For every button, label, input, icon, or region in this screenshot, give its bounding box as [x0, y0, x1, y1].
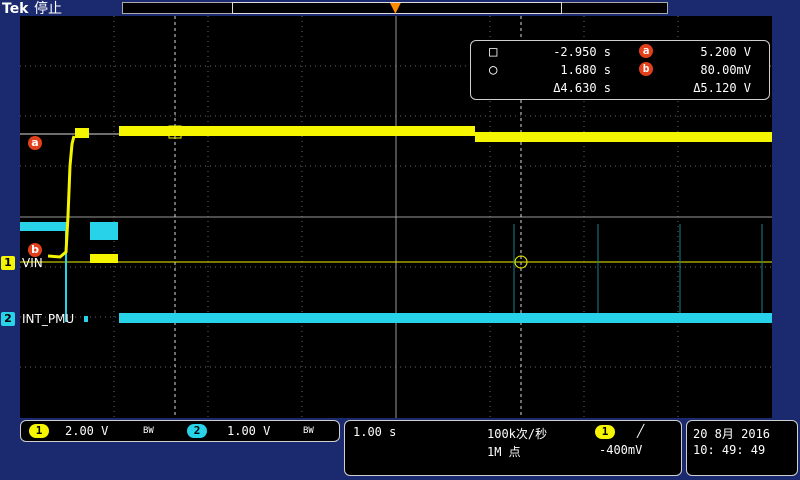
- cursor-2-circle-icon: ○: [489, 62, 498, 78]
- cursor-1-time: -2.950 s: [553, 45, 611, 59]
- cursor-2-time: 1.680 s: [560, 63, 611, 77]
- cursor-delta-voltage: Δ5.120 V: [693, 81, 751, 95]
- horizontal-trigger-panel[interactable]: 1.00 s 100k次/秒 1M 点 1 ╱ -400mV: [344, 420, 682, 476]
- cursor-a-voltage: 5.200 V: [700, 45, 751, 59]
- ch2-label: INT_PMU: [22, 312, 75, 326]
- cursor-1-square-icon: □: [489, 44, 498, 60]
- trigger-source-badge[interactable]: 1: [595, 425, 615, 439]
- ch2-scale[interactable]: 1.00 V: [227, 424, 270, 438]
- cursor-b-marker[interactable]: b: [28, 243, 42, 257]
- time-per-division[interactable]: 1.00 s: [353, 425, 396, 439]
- ch1-bandwidth-icon: BW: [143, 426, 154, 436]
- ch1-label: VIN: [22, 256, 43, 270]
- ch1-scale[interactable]: 2.00 V: [65, 424, 108, 438]
- cursor-readout-panel[interactable]: □ -2.950 s a 5.200 V ○ 1.680 s b 80.00mV…: [470, 40, 770, 100]
- sample-rate: 100k次/秒: [487, 427, 548, 441]
- trigger-slope-icon[interactable]: ╱: [637, 424, 644, 438]
- cursor-b-voltage: 80.00mV: [700, 63, 751, 77]
- ch1-scale-badge[interactable]: 1: [29, 424, 49, 438]
- vertical-settings-panel[interactable]: 1 2.00 V BW 2 1.00 V BW: [20, 420, 340, 442]
- cursor-b-badge: b: [639, 62, 653, 76]
- time-display: 10: 49: 49: [693, 443, 766, 457]
- ch2-position-marker[interactable]: 2: [1, 312, 15, 326]
- ch1-position-marker[interactable]: 1: [1, 256, 15, 270]
- date-display: 20 8月 2016: [693, 427, 771, 441]
- record-length: 1M 点: [487, 445, 521, 459]
- ch2-scale-badge[interactable]: 2: [187, 424, 207, 438]
- cursor-a-badge: a: [639, 44, 653, 58]
- trigger-level[interactable]: -400mV: [599, 443, 642, 457]
- cursor-delta-time: Δ4.630 s: [553, 81, 611, 95]
- datetime-panel[interactable]: 20 8月 2016 10: 49: 49: [686, 420, 798, 476]
- cursor-a-marker[interactable]: a: [28, 136, 42, 150]
- ch2-bandwidth-icon: BW: [303, 426, 314, 436]
- trigger-position-icon[interactable]: ▼: [390, 0, 401, 16]
